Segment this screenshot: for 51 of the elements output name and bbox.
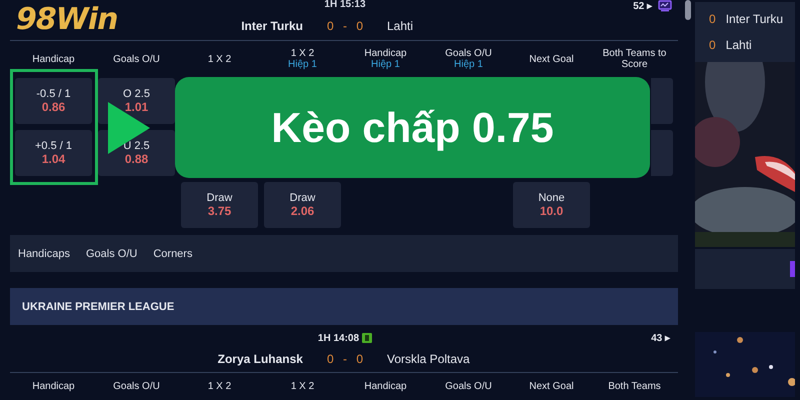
match-score: 0 - 0: [326, 352, 363, 366]
odds-button[interactable]: [651, 78, 673, 124]
column-header: Handicap: [364, 381, 407, 392]
odds-button[interactable]: Draw 3.75: [181, 182, 258, 228]
column-header: Handicap: [32, 54, 75, 64]
column-header: Both Teams: [608, 381, 661, 392]
column-header: Handicap: [32, 381, 75, 392]
scrollbar-thumb[interactable]: [685, 0, 691, 20]
column-header: 1 X 2: [208, 54, 232, 64]
match-clock: 1H 14:08: [318, 332, 360, 344]
column-header: 1 X 2: [290, 48, 314, 59]
column-subheader: Hiệp 1: [454, 59, 483, 70]
team-name: Lahti: [726, 38, 752, 52]
odds-button[interactable]: None 10.0: [513, 182, 590, 228]
play-icon: [108, 102, 150, 154]
column-header: Next Goal: [529, 381, 574, 392]
column-subheader: Hiệp 1: [288, 59, 317, 70]
column-header: Goals O/U: [113, 54, 160, 64]
column-header: 1 X 2: [208, 381, 232, 392]
team-score: 0: [709, 12, 716, 26]
team-name: Inter Turku: [726, 12, 784, 26]
column-header: Goals O/U: [445, 48, 492, 59]
home-team: Zorya Luhansk: [216, 352, 303, 366]
home-team: Inter Turku: [241, 19, 303, 33]
banner: Kèo chấp 0.75: [175, 77, 650, 178]
team-score: 0: [709, 38, 716, 52]
odds-button[interactable]: +0.5 / 1 1.04: [15, 130, 92, 176]
column-header: Both Teams to Score: [602, 48, 668, 70]
market-tab[interactable]: Goals O/U: [78, 248, 146, 260]
odds-button[interactable]: [651, 130, 673, 176]
odds-button[interactable]: Draw 2.06: [264, 182, 341, 228]
market-tab[interactable]: Handicaps: [10, 248, 78, 260]
column-header: Next Goal: [529, 54, 574, 64]
market-tab[interactable]: Corners: [145, 248, 200, 260]
match-clock: 1H 15:13: [324, 0, 366, 10]
odds-button[interactable]: -0.5 / 1 0.86: [15, 78, 92, 124]
away-team: Vorskla Poltava: [387, 352, 471, 366]
logo[interactable]: 98Win: [10, 0, 242, 40]
away-team: Lahti: [387, 19, 414, 33]
column-subheader: Hiệp 1: [371, 59, 400, 70]
tv-icon[interactable]: [658, 0, 672, 12]
match-score: 0 - 0: [326, 19, 363, 33]
promo-tag[interactable]: [790, 261, 795, 277]
column-header: 1 X 2: [290, 381, 314, 392]
live-icon: [362, 333, 372, 343]
column-header: Handicap: [364, 48, 407, 59]
markets-count[interactable]: 43 ▸: [651, 332, 670, 344]
column-header: Goals O/U: [113, 381, 160, 392]
column-header: Goals O/U: [445, 381, 492, 392]
markets-count[interactable]: 52 ▸: [633, 0, 652, 12]
league-header[interactable]: UKRAINE PREMIER LEAGUE: [10, 288, 678, 325]
